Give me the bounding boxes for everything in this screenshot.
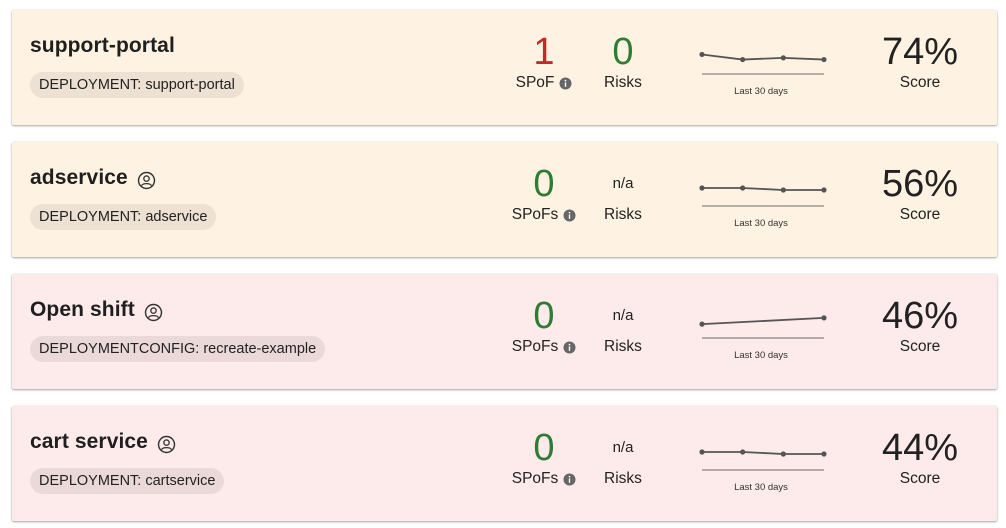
sparkline-point (699, 51, 705, 58)
spof-label-row: SPoFs (504, 338, 584, 356)
sparkline-point (821, 451, 827, 457)
risks-metric[interactable]: n/a Risks (583, 294, 663, 356)
sparkline-point (780, 451, 786, 457)
sparkline-line (701, 316, 825, 326)
risks-count: 0 (612, 31, 634, 73)
risks-label: Risks (604, 74, 642, 91)
info-icon[interactable] (559, 77, 572, 90)
owner-icon[interactable] (157, 435, 176, 454)
sparkline-point (699, 449, 705, 455)
score-trend-sparkline[interactable]: Last 30 days (698, 38, 830, 97)
deployment-tag: DEPLOYMENTCONFIG: recreate-example (30, 336, 326, 362)
spof-metric[interactable]: 0 SPoFs (504, 294, 584, 356)
sparkline-point (740, 56, 746, 63)
risks-label: Risks (604, 470, 642, 487)
score-value: 74% (881, 31, 959, 73)
spof-count: 0 (533, 427, 555, 469)
risks-count: n/a (612, 175, 634, 192)
risks-label: Risks (604, 206, 642, 223)
score-metric: 44% Score (872, 426, 968, 488)
sparkline-point (821, 315, 827, 321)
sparkline-point (821, 187, 827, 193)
sparkline-point (699, 321, 705, 327)
service-title[interactable]: Open shift (30, 298, 135, 322)
service-card[interactable]: support-portal DEPLOYMENT: support-porta… (12, 10, 997, 125)
info-icon[interactable] (563, 209, 576, 222)
risks-count: n/a (612, 307, 634, 324)
risks-metric[interactable]: n/a Risks (583, 426, 663, 488)
spof-count: 0 (533, 295, 555, 337)
risks-metric[interactable]: 0 Risks (583, 30, 663, 92)
score-trend-sparkline[interactable]: Last 30 days (698, 434, 830, 493)
spof-label-row: SPoFs (504, 470, 584, 488)
spof-count: 1 (533, 31, 555, 73)
service-card[interactable]: Open shift DEPLOYMENTCONFIG: recreate-ex… (12, 274, 997, 389)
spof-count: 0 (533, 163, 555, 205)
sparkline-chart (699, 51, 827, 75)
score-label: Score (899, 470, 941, 487)
sparkline-line (701, 53, 825, 61)
score-trend-sparkline[interactable]: Last 30 days (698, 302, 830, 361)
spof-metric[interactable]: 1 SPoF (504, 30, 584, 92)
service-card[interactable]: cart service DEPLOYMENT: cartservice 0 S… (12, 406, 997, 521)
info-icon[interactable] (563, 473, 576, 486)
sparkline-point (740, 449, 746, 455)
spof-label-row: SPoF (504, 74, 584, 92)
sparkline-point (740, 185, 746, 191)
score-metric: 56% Score (872, 162, 968, 224)
score-label: Score (899, 206, 941, 223)
owner-icon[interactable] (137, 171, 156, 190)
sparkline-line (702, 187, 824, 191)
deployment-tag: DEPLOYMENT: adservice (30, 204, 217, 230)
trend-caption: Last 30 days (734, 86, 788, 97)
deployment-tag: DEPLOYMENT: cartservice (30, 468, 225, 494)
score-label: Score (899, 338, 941, 355)
spof-label: SPoFs (511, 470, 559, 487)
sparkline-point (780, 55, 786, 61)
sparkline-point (780, 187, 786, 193)
score-metric: 74% Score (872, 30, 968, 92)
sparkline-chart (699, 185, 827, 207)
score-value: 46% (881, 295, 959, 337)
score-trend-sparkline[interactable]: Last 30 days (698, 170, 830, 229)
score-value: 44% (881, 427, 959, 469)
spof-metric[interactable]: 0 SPoFs (504, 162, 584, 224)
risks-count: n/a (612, 439, 634, 456)
score-metric: 46% Score (872, 294, 968, 356)
card-header: cart service (30, 430, 176, 454)
info-icon[interactable] (563, 341, 576, 354)
card-header: adservice (30, 166, 156, 190)
owner-icon[interactable] (144, 303, 163, 322)
sparkline-chart (699, 449, 827, 471)
spof-label-row: SPoFs (504, 206, 584, 224)
deployment-tag: DEPLOYMENT: support-portal (30, 72, 244, 98)
sparkline-point (821, 56, 827, 63)
spof-label: SPoF (515, 74, 555, 91)
service-card[interactable]: adservice DEPLOYMENT: adservice 0 SPoFs … (12, 142, 997, 257)
sparkline-chart (699, 315, 827, 339)
card-header: Open shift (30, 298, 163, 322)
score-label: Score (899, 74, 941, 91)
spof-label: SPoFs (511, 338, 559, 355)
card-header: support-portal (30, 34, 175, 58)
sparkline-line (702, 451, 824, 455)
risks-label: Risks (604, 338, 642, 355)
spof-label: SPoFs (511, 206, 559, 223)
service-title[interactable]: adservice (30, 166, 128, 190)
service-title[interactable]: support-portal (30, 34, 175, 58)
risks-metric[interactable]: n/a Risks (583, 162, 663, 224)
spof-metric[interactable]: 0 SPoFs (504, 426, 584, 488)
trend-caption: Last 30 days (734, 482, 788, 493)
sparkline-point (699, 185, 705, 191)
service-title[interactable]: cart service (30, 430, 148, 454)
trend-caption: Last 30 days (734, 350, 788, 361)
score-value: 56% (881, 163, 959, 205)
trend-caption: Last 30 days (734, 218, 788, 229)
